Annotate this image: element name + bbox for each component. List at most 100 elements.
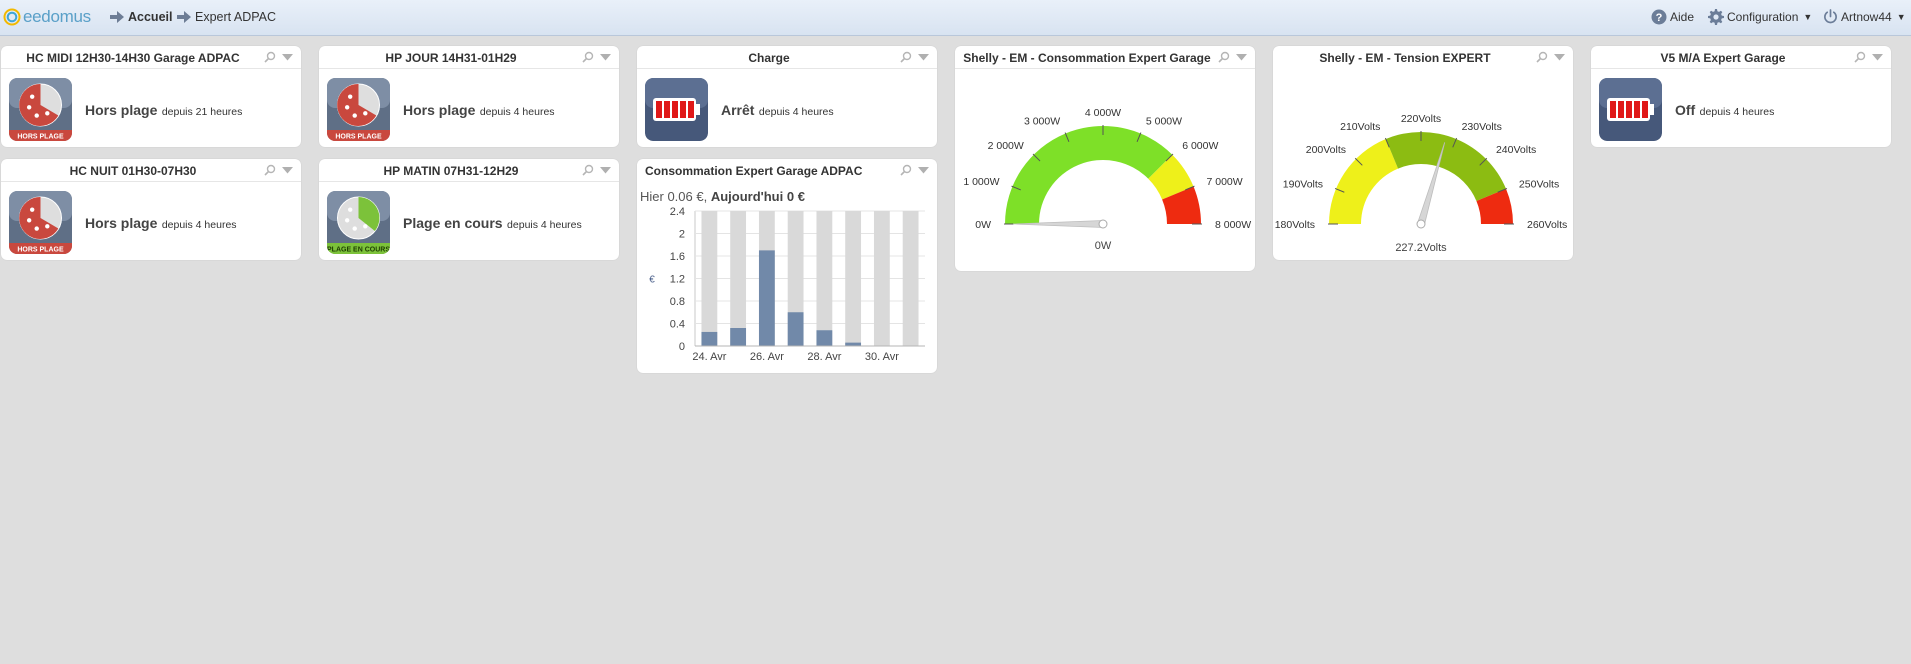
gauge-band — [1385, 132, 1506, 202]
magnifier-icon[interactable] — [900, 164, 912, 176]
bar — [758, 250, 775, 346]
widget-header: V5 M/A Expert Garage — [1591, 46, 1891, 69]
gear-icon — [1708, 9, 1724, 25]
battery-cell — [664, 101, 670, 118]
clock-graphic: PLAGE EN COURS — [327, 191, 390, 254]
power-icon — [1824, 9, 1837, 24]
widget-tools — [264, 164, 293, 176]
widget-title: Shelly - EM - Consommation Expert Garage — [963, 51, 1211, 65]
battery-cell — [688, 101, 694, 118]
gauge-tick-label: 6 000W — [1182, 140, 1218, 152]
arrow-right-icon — [110, 11, 124, 23]
clock-arrow-mark — [45, 224, 50, 229]
breadcrumb-current[interactable]: Expert ADPAC — [177, 10, 276, 24]
bar — [701, 331, 718, 346]
chevron-down-icon[interactable] — [1554, 53, 1565, 61]
gauge-tick-label: 5 000W — [1146, 116, 1182, 128]
chevron-down-icon[interactable] — [918, 166, 929, 174]
magnifier-icon[interactable] — [582, 164, 594, 176]
battery-cell — [680, 101, 686, 118]
battery-icon[interactable] — [1599, 78, 1662, 141]
gauge-pivot — [1416, 219, 1426, 229]
state-value: Plage en cours — [403, 215, 503, 231]
power-gauge: 0W 1 000W 2 000W3 000W 4 000W 5 000W6 000W 7 … — [963, 107, 1251, 252]
clock-arrow-mark — [363, 224, 368, 229]
gauge-tick-label: 0W — [975, 219, 991, 231]
battery-tip — [1650, 104, 1654, 115]
clock-graphic: HORS PLAGE — [9, 78, 72, 141]
widget-tools — [582, 164, 611, 176]
widget-voltage-gauge: Shelly - EM - Tension EXPERT 180Volts 190… — [1273, 46, 1573, 260]
gauge-tick-label: 220Volts — [1401, 113, 1441, 125]
widget-header: Shelly - EM - Consommation Expert Garage — [955, 46, 1255, 69]
widget-header: HP JOUR 14H31-01H29 — [319, 46, 619, 69]
widget-hc-nuit: HC NUIT 01H30-07H30 HORS PLAGE Hors plag… — [1, 159, 301, 260]
state-value: Hors plage — [403, 102, 476, 118]
help-link[interactable]: ? Aide — [1651, 9, 1694, 25]
gauge-tick-label: 2 000W — [988, 140, 1024, 152]
configuration-label: Configuration — [1727, 10, 1799, 24]
chevron-down-icon[interactable] — [918, 53, 929, 61]
clock-arrow-mark — [34, 113, 39, 118]
y-tick-label: 2.4 — [670, 206, 685, 218]
gauge-value-label: 227.2Volts — [1395, 242, 1447, 254]
widget-title: HP JOUR 14H31-01H29 — [385, 51, 517, 65]
widget-title: HP MATIN 07H31-12H29 — [383, 164, 519, 178]
configuration-menu[interactable]: Configuration ▼ — [1708, 9, 1812, 25]
widget-v5-ma: V5 M/A Expert Garage Off depuis 4 heures — [1591, 46, 1891, 147]
clock-arrow-mark — [45, 111, 50, 116]
widget-hp-matin: HP MATIN 07H31-12H29 PLAGE EN COURS Plag… — [319, 159, 619, 260]
magnifier-icon[interactable] — [264, 164, 276, 176]
chevron-down-icon: ▼ — [1803, 12, 1813, 22]
clock-off-plage-icon[interactable]: HORS PLAGE — [9, 191, 72, 254]
help-label: Aide — [1670, 10, 1695, 24]
eedomus-logo[interactable]: eedomus — [3, 7, 91, 27]
clock-off-plage-icon[interactable]: HORS PLAGE — [9, 78, 72, 141]
chevron-down-icon[interactable] — [1872, 53, 1883, 61]
magnifier-icon[interactable] — [1854, 51, 1866, 63]
user-menu[interactable]: Artnow44 ▼ — [1823, 9, 1906, 24]
logo-rings-icon — [3, 8, 21, 26]
clock-arrow-mark — [363, 111, 368, 116]
battery-cell — [1634, 101, 1640, 118]
icon-caption: HORS PLAGE — [17, 247, 64, 254]
icon-caption: HORS PLAGE — [335, 134, 382, 141]
breadcrumb-home[interactable]: Accueil — [110, 10, 172, 24]
magnifier-icon[interactable] — [1536, 51, 1548, 63]
magnifier-icon[interactable] — [582, 51, 594, 63]
widget-tools — [582, 51, 611, 63]
consumption-bar-chart: 0 0.4 0.8 1.2 1.6 2 2.4 €24. Avr 26. Avr 28. Avr 3… — [649, 206, 925, 363]
clock-en-cours-icon[interactable]: PLAGE EN COURS — [327, 191, 390, 254]
gauge-tick-label: 8 000W — [1215, 219, 1251, 231]
battery-tip — [696, 104, 700, 115]
magnifier-icon[interactable] — [1218, 51, 1230, 63]
chevron-down-icon[interactable] — [282, 53, 293, 61]
clock-arrow-mark — [347, 207, 353, 212]
chevron-down-icon[interactable] — [1236, 53, 1247, 61]
magnifier-icon[interactable] — [900, 51, 912, 63]
battery-cell — [1618, 101, 1624, 118]
widget-state: Plage en cours depuis 4 heures — [403, 215, 582, 233]
widget-state: Off depuis 4 heures — [1675, 102, 1774, 120]
top-bar: eedomus Accueil Expert ADPAC ? Aide Conf… — [0, 0, 1911, 36]
gauge-pivot — [1098, 219, 1108, 229]
clock-off-plage-icon[interactable]: HORS PLAGE — [327, 78, 390, 141]
widget-header: HC MIDI 12H30-14H30 Garage ADPAC — [1, 46, 301, 69]
battery-cell — [1610, 101, 1616, 118]
battery-icon[interactable] — [645, 78, 708, 141]
magnifier-icon[interactable] — [264, 51, 276, 63]
bar-background — [845, 211, 862, 346]
clock-arrow-mark — [26, 218, 32, 223]
gauge-tick-label: 210Volts — [1340, 121, 1380, 133]
gauge-tick-label: 240Volts — [1496, 144, 1536, 156]
bar — [816, 330, 833, 346]
widget-state: Hors plage depuis 4 heures — [85, 215, 237, 233]
widget-power-gauge: Shelly - EM - Consommation Expert Garage… — [955, 46, 1255, 271]
widget-header: Charge — [637, 46, 937, 69]
chevron-down-icon[interactable] — [600, 166, 611, 174]
widget-tools — [1536, 51, 1565, 63]
chevron-down-icon[interactable] — [600, 53, 611, 61]
chevron-down-icon[interactable] — [282, 166, 293, 174]
widget-header: Shelly - EM - Tension EXPERT — [1273, 46, 1573, 68]
clock-arrow-mark — [26, 105, 32, 110]
